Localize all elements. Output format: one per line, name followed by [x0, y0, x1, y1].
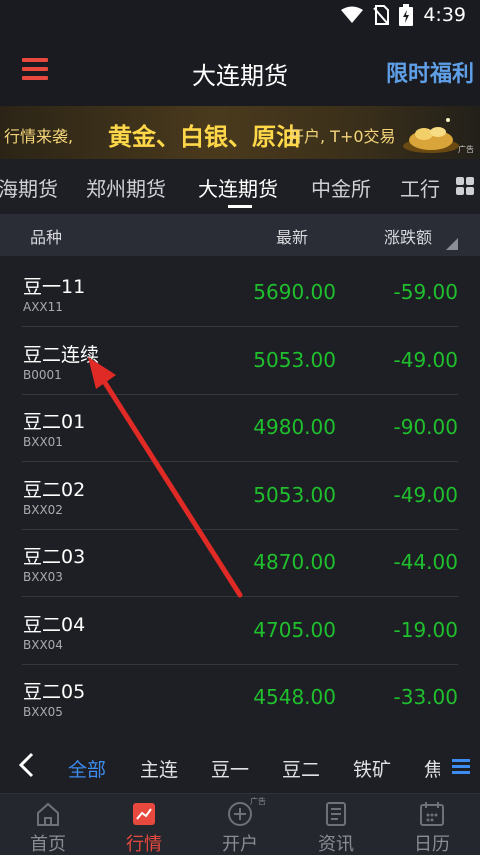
chevron-left-icon[interactable]: [14, 751, 42, 779]
price-change: -33.00: [393, 685, 458, 709]
category-main-continuous[interactable]: 主连: [140, 755, 178, 782]
exchange-tabs: 海期货 郑州期货 大连期货 中金所 工行: [0, 159, 480, 214]
category-menu-icon[interactable]: [440, 738, 480, 793]
nav-calendar[interactable]: 日历: [384, 794, 480, 855]
document-icon: [326, 802, 346, 826]
nav-ad-tag: 广告: [250, 797, 266, 806]
list-item[interactable]: 豆二01 BXX01 4980.00 -90.00: [0, 395, 480, 462]
contract-name: 豆二05: [23, 681, 86, 703]
category-soybean-1[interactable]: 豆一: [211, 755, 249, 782]
price-change: -19.00: [393, 618, 458, 642]
nav-market[interactable]: 行情: [96, 794, 192, 855]
contract-name: 豆二03: [23, 546, 86, 568]
contract-name: 豆二连续: [23, 344, 100, 366]
contract-name: 豆二01: [23, 411, 86, 433]
tab-cffex[interactable]: 中金所: [311, 173, 371, 202]
divider: [22, 461, 458, 462]
column-change[interactable]: 涨跌额: [384, 224, 432, 248]
latest-price: 4705.00: [253, 618, 336, 642]
category-all[interactable]: 全部: [68, 755, 106, 782]
calendar-icon: [420, 802, 444, 826]
latest-price: 4870.00: [253, 550, 336, 574]
grid-menu-icon[interactable]: [444, 159, 480, 214]
nav-open-account[interactable]: 广告 开户: [192, 794, 288, 855]
tab-shanghai-futures[interactable]: 海期货: [0, 173, 58, 202]
list-item[interactable]: 豆二03 BXX03 4870.00 -44.00: [0, 530, 480, 597]
contract-code: BXX03: [23, 570, 63, 584]
nav-calendar-label: 日历: [414, 834, 450, 855]
bottom-nav: 首页 行情 广告 开户 资讯 日历: [0, 793, 480, 855]
wifi-icon: [341, 6, 364, 23]
contract-name: 豆一11: [23, 276, 86, 298]
limited-offer-link[interactable]: 限时福利: [386, 56, 474, 88]
sort-icon[interactable]: [446, 238, 458, 250]
no-sim-icon: [373, 5, 390, 25]
ad-tag: 广告: [458, 145, 474, 154]
divider: [22, 326, 458, 327]
latest-price: 5053.00: [253, 348, 336, 372]
banner-text-left: 行情来袭,: [4, 127, 74, 146]
nav-home[interactable]: 首页: [0, 794, 96, 855]
contract-name: 豆二02: [23, 479, 86, 501]
list-item[interactable]: 豆二02 BXX02 5053.00 -49.00: [0, 463, 480, 530]
gold-ingot-icon: [403, 118, 459, 153]
contract-name: 豆二04: [23, 614, 86, 636]
contract-code: BXX02: [23, 503, 63, 517]
contract-code: BXX01: [23, 435, 63, 449]
ad-banner[interactable]: 行情来袭, 黄金、白银、原油 开户, T+0交易 广告: [0, 106, 480, 159]
top-navbar: 大连期货 限时福利: [0, 36, 480, 106]
category-bar: 全部 主连 豆一 豆二 铁矿 焦: [0, 738, 480, 793]
price-change: -49.00: [393, 348, 458, 372]
list-item[interactable]: 豆二连续 B0001 5053.00 -49.00: [0, 328, 480, 395]
nav-open-account-label: 开户: [222, 834, 258, 855]
battery-charging-icon: [399, 4, 414, 26]
price-change: -59.00: [393, 280, 458, 304]
contract-code: BXX04: [23, 638, 63, 652]
banner-text-main: 黄金、白银、原油: [108, 123, 300, 151]
contract-code: BXX05: [23, 705, 63, 719]
price-change: -44.00: [393, 550, 458, 574]
list-item[interactable]: 豆二04 BXX04 4705.00 -19.00: [0, 598, 480, 665]
contract-code: AXX11: [23, 300, 63, 314]
banner-text-right: 开户, T+0交易: [288, 127, 396, 146]
nav-news[interactable]: 资讯: [288, 794, 384, 855]
list-item[interactable]: 豆二05 BXX05 4548.00 -33.00: [0, 665, 480, 732]
tab-dalian-futures[interactable]: 大连期货: [198, 173, 278, 202]
status-time: 4:39: [423, 4, 466, 26]
active-tab-indicator: [228, 205, 252, 208]
tab-icbc[interactable]: 工行: [400, 173, 440, 202]
price-change: -90.00: [393, 415, 458, 439]
contract-code: B0001: [23, 368, 62, 382]
nav-market-label: 行情: [126, 834, 162, 855]
column-latest[interactable]: 最新: [276, 224, 308, 248]
category-iron-ore[interactable]: 铁矿: [353, 755, 391, 782]
tab-zhengzhou-futures[interactable]: 郑州期货: [86, 173, 166, 202]
status-bar: 4:39: [0, 0, 480, 36]
price-change: -49.00: [393, 483, 458, 507]
chart-icon: [133, 803, 155, 825]
latest-price: 5690.00: [253, 280, 336, 304]
nav-news-label: 资讯: [318, 834, 354, 855]
latest-price: 5053.00: [253, 483, 336, 507]
nav-home-label: 首页: [30, 834, 66, 855]
list-item[interactable]: 豆一11 AXX11 5690.00 -59.00: [0, 260, 480, 327]
category-soybean-2[interactable]: 豆二: [282, 755, 320, 782]
latest-price: 4548.00: [253, 685, 336, 709]
column-header: 品种 最新 涨跌额: [0, 214, 480, 256]
divider: [22, 596, 458, 597]
column-name: 品种: [30, 228, 63, 247]
latest-price: 4980.00: [253, 415, 336, 439]
home-icon: [37, 802, 59, 826]
